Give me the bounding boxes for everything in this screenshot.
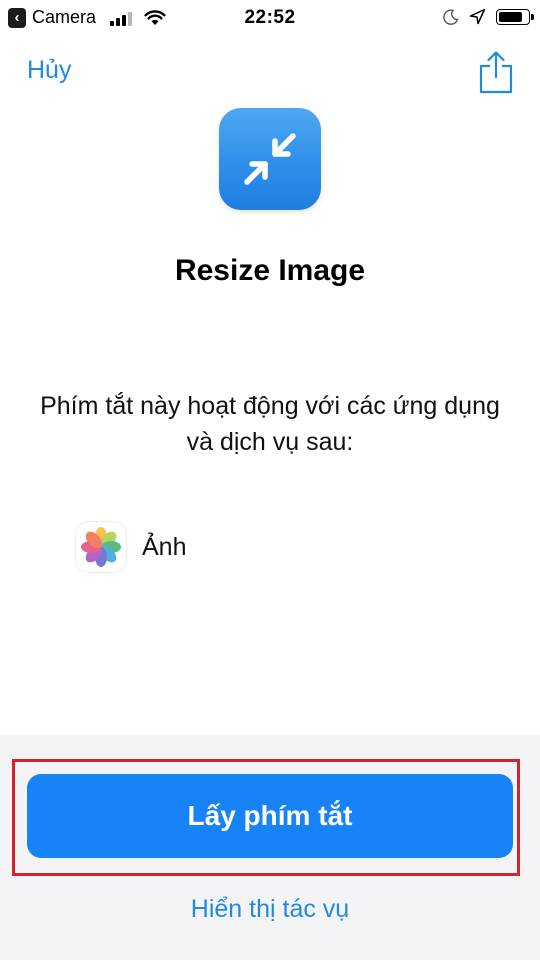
share-icon[interactable] bbox=[479, 50, 513, 94]
highlight-annotation-box bbox=[12, 759, 520, 876]
resize-arrows-icon bbox=[244, 133, 296, 185]
battery-level-fill bbox=[499, 11, 522, 22]
app-list-item: Ảnh bbox=[76, 522, 186, 572]
show-actions-link[interactable]: Hiển thị tác vụ bbox=[0, 895, 540, 924]
shortcut-title: Resize Image bbox=[174, 254, 366, 287]
location-arrow-icon bbox=[469, 8, 486, 25]
cancel-button[interactable]: Hủy bbox=[27, 56, 71, 85]
shortcut-description: Phím tắt này hoạt động với các ứng dụng … bbox=[40, 392, 500, 456]
status-right bbox=[443, 8, 534, 25]
app-label: Ảnh bbox=[142, 532, 187, 561]
status-bar: ‹ Camera 22:52 bbox=[0, 0, 540, 36]
battery-icon bbox=[496, 8, 534, 25]
photos-icon bbox=[76, 522, 126, 572]
shortcut-icon bbox=[219, 108, 321, 210]
do-not-disturb-moon-icon bbox=[443, 8, 459, 25]
